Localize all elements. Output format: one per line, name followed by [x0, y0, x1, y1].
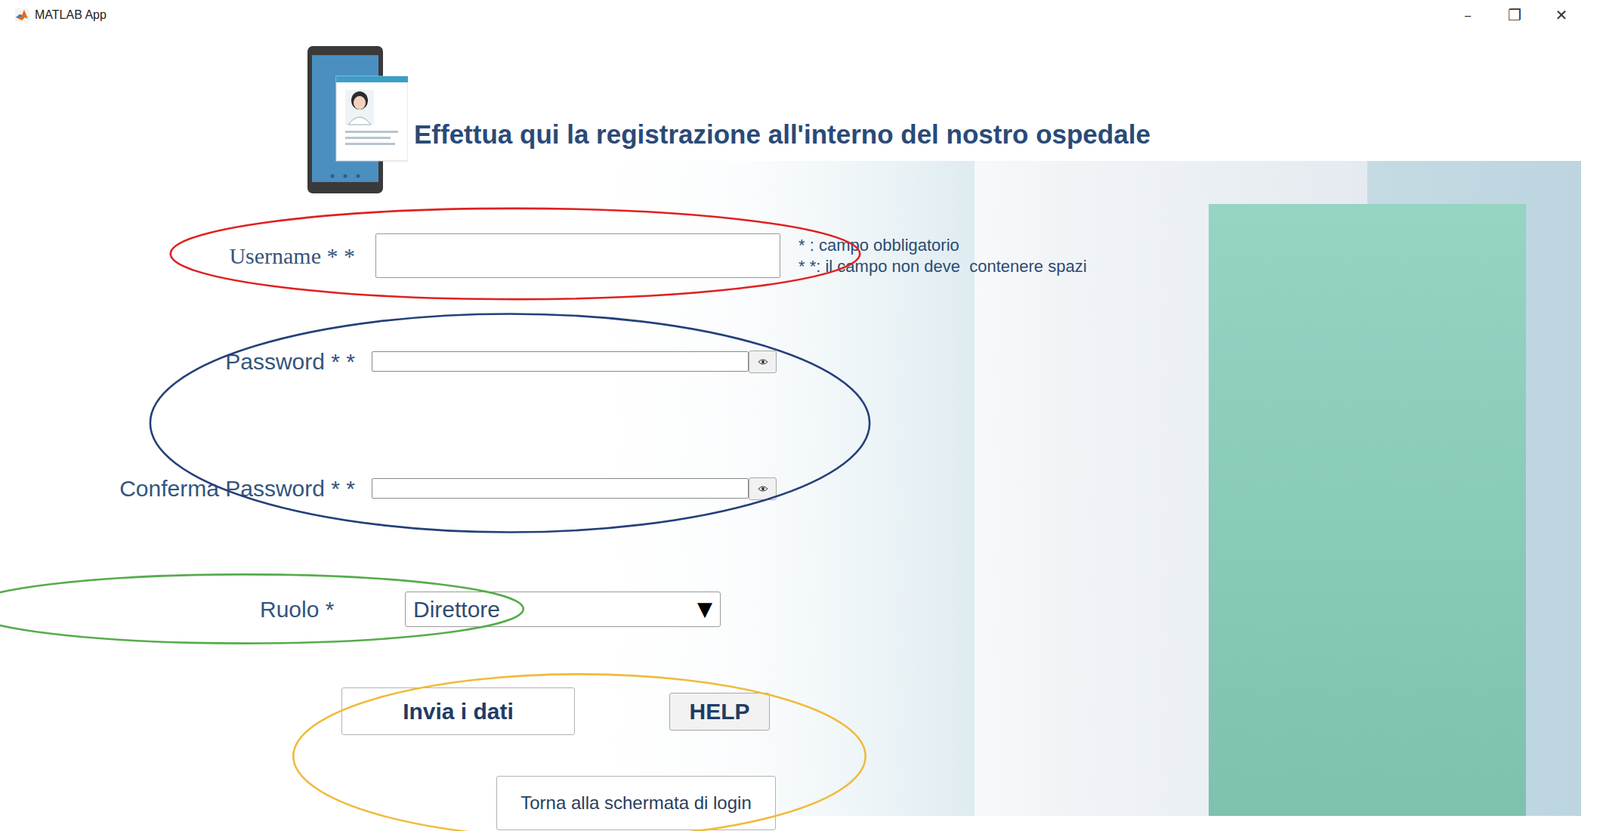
annotation-ellipse: [291, 671, 868, 831]
registration-panel: Effettua qui la registrazione all'intern…: [0, 30, 1600, 831]
annotation-ellipse: [168, 206, 862, 301]
phone-doctor-icon: [305, 46, 408, 194]
username-group: Username * * * : campo obbligatorio * *:…: [0, 233, 1600, 278]
confirm-password-input[interactable]: [371, 478, 749, 499]
annotation-ellipse: [148, 310, 872, 536]
password-input[interactable]: [371, 351, 749, 372]
role-value: Direttore: [413, 592, 501, 627]
confirm-password-label: Conferma Password * *: [0, 471, 356, 506]
close-button[interactable]: ✕: [1538, 1, 1585, 29]
role-dropdown[interactable]: Direttore ▼: [404, 591, 721, 628]
page-heading: Effettua qui la registrazione all'intern…: [413, 118, 1151, 151]
title-bar: MATLAB App – ❐ ✕: [0, 0, 1600, 31]
required-note: * : campo obbligatorio: [798, 234, 1088, 257]
field-notes: * : campo obbligatorio * *: il campo non…: [798, 234, 1088, 277]
username-input[interactable]: [375, 233, 781, 278]
show-confirm-password-button[interactable]: [748, 477, 777, 501]
password-group: Password * * Conferma Password * *: [0, 344, 1600, 506]
actions-group: Invia i dati HELP Torna alla schermata d…: [0, 687, 1600, 831]
role-label: Ruolo *: [259, 592, 405, 627]
eye-icon: [757, 484, 769, 493]
dropdown-arrow: ▼: [697, 594, 713, 624]
matlab-logo-icon: [15, 8, 29, 22]
back-to-login-button[interactable]: Torna alla schermata di login: [496, 775, 776, 831]
role-group: Ruolo * Direttore ▼: [0, 591, 1600, 628]
restore-button[interactable]: ❐: [1491, 1, 1539, 29]
password-label: Password * *: [0, 344, 356, 379]
no-spaces-note: * *: il campo non deve contenere spazi: [798, 256, 1088, 278]
username-label: Username * *: [0, 238, 356, 273]
annotation-ellipse: [0, 573, 526, 645]
submit-button[interactable]: Invia i dati: [341, 687, 575, 736]
window-title: MATLAB App: [34, 6, 107, 25]
show-password-button[interactable]: [748, 350, 777, 374]
eye-icon: [757, 358, 769, 366]
help-button[interactable]: HELP: [669, 692, 770, 731]
minimize-button[interactable]: –: [1444, 1, 1492, 29]
